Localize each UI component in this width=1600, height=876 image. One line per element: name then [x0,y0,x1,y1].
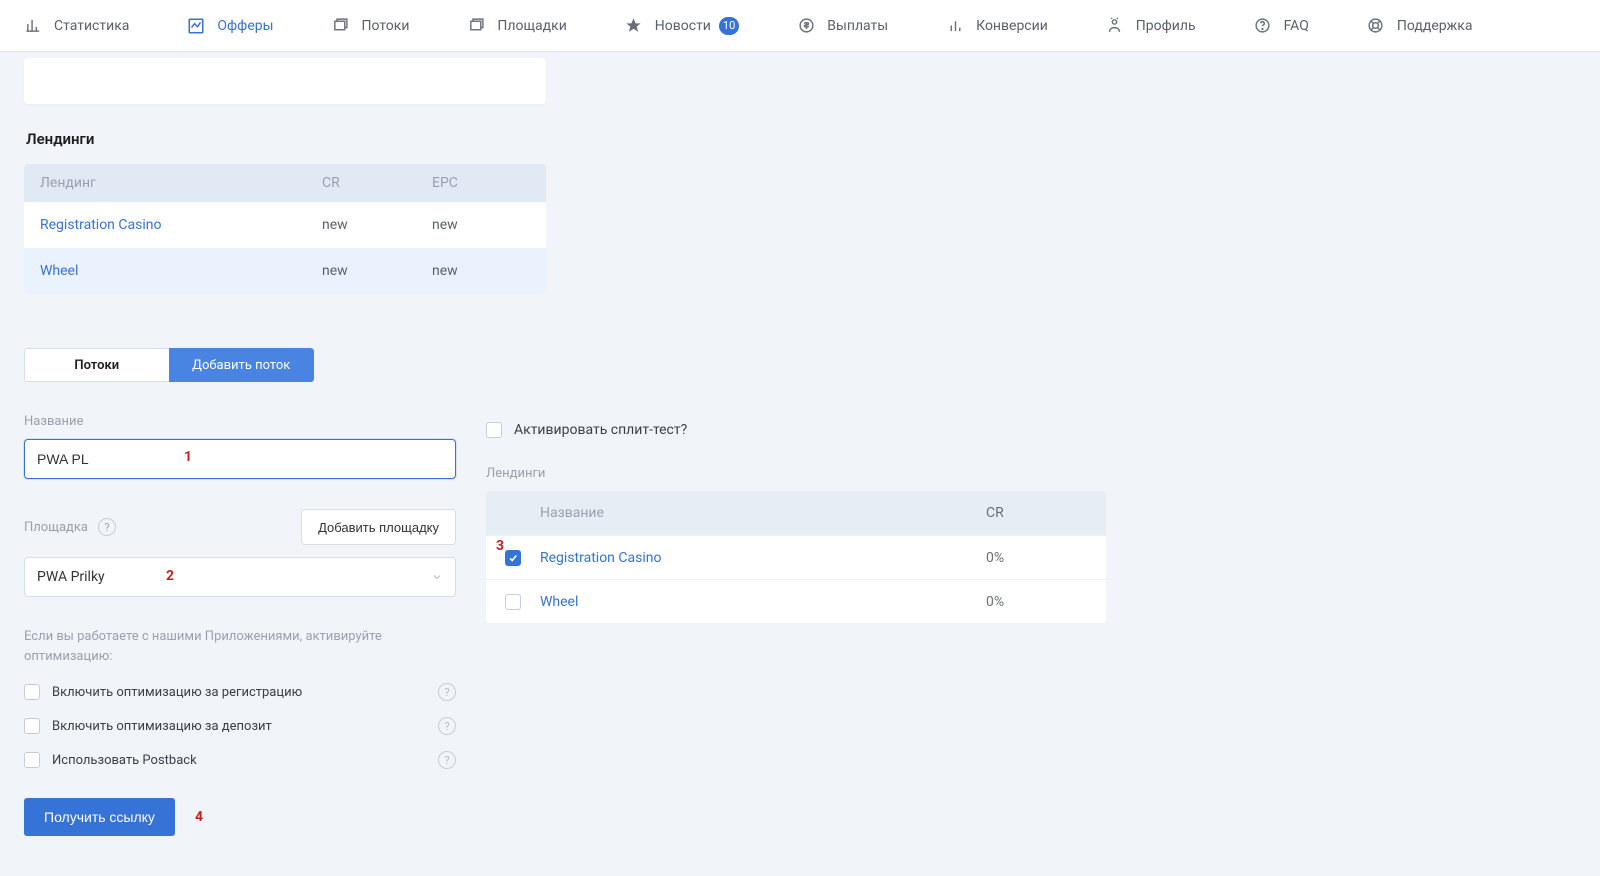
nav-payouts[interactable]: Выплаты [797,17,888,35]
news-badge: 10 [719,17,739,35]
optimization-hint: Если вы работаете с нашими Приложениями,… [24,627,456,666]
dollar-icon [797,17,815,35]
nav-faq[interactable]: FAQ [1254,17,1309,35]
checkbox-split-test[interactable] [486,422,502,438]
table-row[interactable]: Wheel 0% [486,579,1106,623]
col-landing: Лендинг [24,175,322,191]
table-row[interactable]: Wheel new new [24,248,546,294]
landings-select-table: Название CR 3 Registration Casino 0% Whe… [486,491,1106,623]
nav-stats[interactable]: Статистика [24,17,129,35]
lifebuoy-icon [1367,17,1385,35]
cr-value: new [322,263,432,279]
help-icon[interactable]: ? [438,751,456,769]
nav-label: Профиль [1136,18,1196,34]
tab-add-stream[interactable]: Добавить поток [169,348,315,382]
nav-label: Статистика [54,18,129,34]
add-platform-button[interactable]: Добавить площадку [301,509,456,545]
checkbox-landing[interactable] [505,594,521,610]
bars-icon [946,17,964,35]
help-icon[interactable]: ? [438,717,456,735]
top-nav: Статистика Офферы Потоки Площадки Новост… [0,0,1600,52]
nav-label: Потоки [362,18,410,34]
tab-streams[interactable]: Потоки [24,348,169,382]
platform-label: Площадка [24,520,88,535]
col-cr: CR [322,175,432,191]
nav-label: Поддержка [1397,18,1473,34]
get-link-button[interactable]: Получить ссылку [24,798,175,836]
nav-label: Офферы [217,18,273,34]
name-input[interactable] [24,439,456,479]
trend-icon [187,17,205,35]
epc-value: new [432,263,546,279]
platform-select[interactable]: PWA Prilky [24,557,456,597]
nav-profile[interactable]: Профиль [1106,17,1196,35]
split-label: Активировать сплит-тест? [514,422,687,438]
checkbox-opt-reg[interactable] [24,684,40,700]
checkbox-opt-dep[interactable] [24,718,40,734]
landing-link[interactable]: Wheel [540,594,578,610]
opt-reg-label: Включить оптимизацию за регистрацию [52,685,302,700]
postback-label: Использовать Postback [52,753,197,768]
epc-value: new [432,217,546,233]
col-cr: CR [986,505,1106,521]
person-icon [1106,17,1124,35]
nav-streams[interactable]: Потоки [332,17,410,35]
nav-conversions[interactable]: Конверсии [946,17,1048,35]
landing-link[interactable]: Registration Casino [540,550,661,566]
table-row[interactable]: Registration Casino new new [24,202,546,248]
col-name: Название [540,505,986,521]
cr-value: new [322,217,432,233]
layers-icon [332,17,350,35]
nav-platforms[interactable]: Площадки [467,17,566,35]
cr-value: 0% [986,594,1106,610]
cr-value: 0% [986,550,1106,566]
nav-label: Новости [655,18,711,34]
landings-subtitle: Лендинги [486,466,1106,481]
star-icon [625,17,643,35]
table-row[interactable]: 3 Registration Casino 0% [486,535,1106,579]
nav-news[interactable]: Новости 10 [625,17,739,35]
nav-label: FAQ [1284,18,1309,34]
col-epc: EPC [432,175,546,191]
checkbox-postback[interactable] [24,752,40,768]
landing-link[interactable]: Registration Casino [40,217,161,233]
help-icon[interactable]: ? [98,518,116,536]
help-icon[interactable]: ? [438,683,456,701]
landings-table: Лендинг CR EPC Registration Casino new n… [24,164,546,294]
opt-dep-label: Включить оптимизацию за депозит [52,719,272,734]
layers-icon [467,17,485,35]
nav-label: Выплаты [827,18,888,34]
checkbox-landing[interactable] [505,550,521,566]
nav-label: Конверсии [976,18,1048,34]
select-value: PWA Prilky [37,569,105,585]
nav-support[interactable]: Поддержка [1367,17,1473,35]
landing-link[interactable]: Wheel [40,263,78,279]
nav-offers[interactable]: Офферы [187,17,273,35]
landings-title: Лендинги [26,130,1576,148]
nav-label: Площадки [497,18,566,34]
annotation-4: 4 [195,809,203,825]
chevron-down-icon [431,571,443,583]
bar-chart-icon [24,17,42,35]
top-white-card [24,58,546,104]
annotation-3: 3 [496,538,504,554]
name-label: Название [24,414,456,429]
question-icon [1254,17,1272,35]
